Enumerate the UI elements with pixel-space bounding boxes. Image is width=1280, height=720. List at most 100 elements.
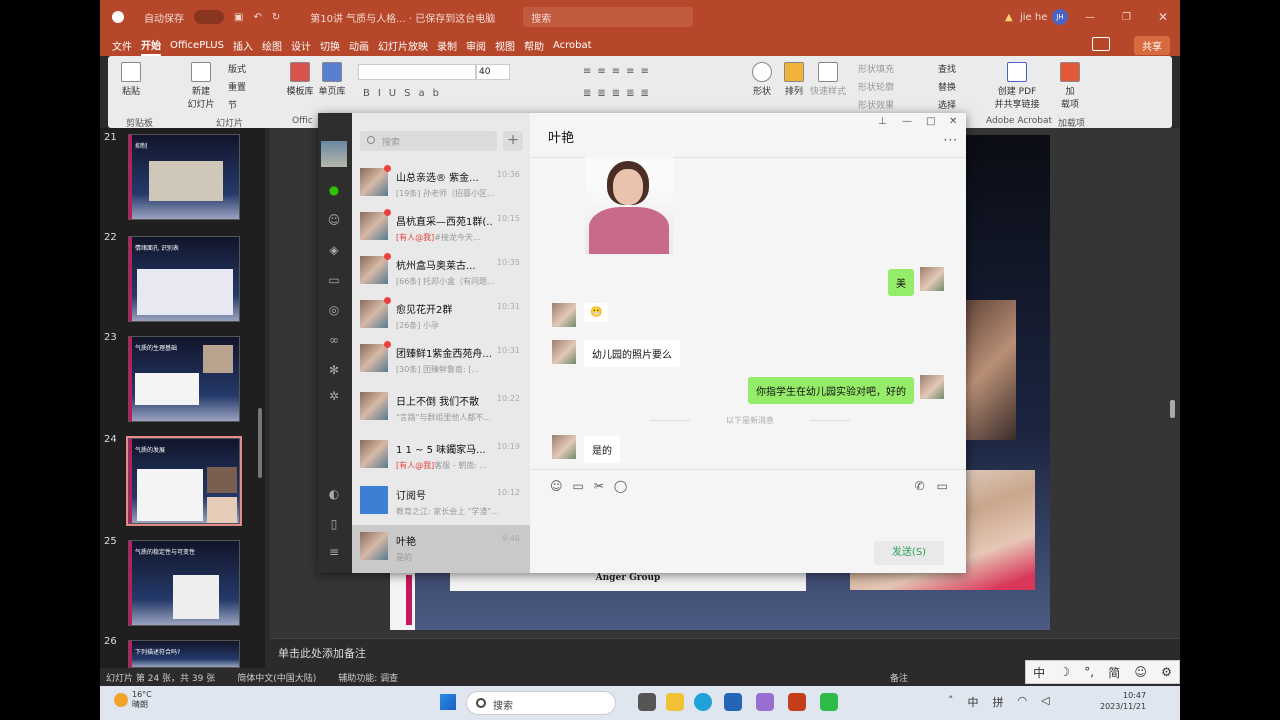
shape-outline-button[interactable]: 形状轮廓	[858, 80, 894, 93]
layout-button[interactable]: 版式	[228, 62, 246, 75]
reset-button[interactable]: 重置	[228, 80, 246, 93]
slide-thumbnail-pane[interactable]: 21 抑制 22 情绪面孔 识别表 23 气质的生理基础 24 气质的发展 25…	[100, 128, 265, 668]
my-message[interactable]: 美	[888, 269, 914, 296]
video-call-icon[interactable]: ▭	[937, 479, 948, 493]
menu-review[interactable]: 审阅	[466, 36, 486, 55]
menu-draw[interactable]: 绘图	[262, 36, 282, 55]
slide-thumbnail-23[interactable]: 气质的生理基础	[128, 336, 240, 422]
single-page-button[interactable]: 单页库	[318, 62, 346, 97]
start-button[interactable]	[440, 694, 456, 710]
wechat-search-input[interactable]: 搜索	[360, 131, 497, 151]
chat-history-icon[interactable]: ◯	[614, 479, 627, 493]
favorites-icon[interactable]: ◈	[327, 243, 341, 257]
template-button[interactable]: 模板库	[286, 62, 314, 97]
accessibility-status[interactable]: 辅助功能: 调查	[338, 671, 398, 684]
conversation-item[interactable]: 昌杭直采—西苑1群(... 10:15 [有人@我]#接龙今天...	[352, 205, 530, 253]
conversation-item[interactable]: 日上不倒 我们不散 10:22 "言路"与群组里他人都不...	[352, 385, 530, 433]
menu-officeplus[interactable]: OfficePLUS	[170, 38, 224, 53]
shape-button[interactable]: 形状	[750, 62, 774, 97]
menu-slideshow[interactable]: 幻灯片放映	[378, 36, 428, 55]
conversation-item[interactable]: 杭州盒马奥莱古... 10:35 [66条] 托邦小盒（有问题...	[352, 249, 530, 297]
contact-avatar[interactable]	[552, 340, 576, 364]
quick-style-button[interactable]: 快速样式	[808, 62, 848, 97]
menu-insert[interactable]: 插入	[233, 36, 253, 55]
menu-home[interactable]: 开始	[141, 35, 161, 56]
volume-icon[interactable]: ◁	[1041, 694, 1049, 710]
miniprogram-icon[interactable]: ✲	[327, 389, 341, 403]
section-button[interactable]: 节	[228, 98, 237, 111]
notes-toggle[interactable]: 备注	[890, 671, 908, 684]
slide-thumbnail-24[interactable]: 气质的发展	[126, 436, 242, 526]
folder-icon[interactable]: ▭	[327, 273, 341, 287]
taskview-icon[interactable]	[638, 693, 656, 711]
store-icon[interactable]	[724, 693, 742, 711]
slide-thumbnail-25[interactable]: 气质的稳定性与可变性	[128, 540, 240, 626]
minimize-icon[interactable]: —	[1085, 12, 1095, 23]
conversation-item[interactable]: 团臻鲜1紫金西苑舟... 10:31 [30条] 团臻鲜鲁南: [...	[352, 337, 530, 385]
screenshot-icon[interactable]: ✂	[594, 479, 604, 493]
ime-emoji-icon[interactable]: ☺	[1134, 665, 1147, 679]
paste-button[interactable]: 粘贴	[118, 62, 144, 97]
emoji-icon[interactable]: ☺	[550, 479, 563, 493]
slide-thumbnail-26[interactable]: 下列描述符合吗?	[128, 640, 240, 668]
font-family-select[interactable]	[358, 64, 476, 80]
shape-effect-button[interactable]: 形状效果	[858, 98, 894, 111]
pin-icon[interactable]: ⊥	[878, 116, 887, 127]
tray-up-icon[interactable]: ˄	[948, 694, 954, 710]
chat-icon[interactable]: ●	[327, 183, 341, 197]
taskbar-search[interactable]: 搜索	[466, 691, 616, 715]
comment-icon[interactable]	[1092, 37, 1110, 51]
redo-icon[interactable]: ↻	[272, 12, 280, 23]
clock[interactable]: 10:47 2023/11/21	[1100, 690, 1146, 712]
font-format-buttons[interactable]: BIUSab	[363, 88, 447, 99]
voice-call-icon[interactable]: ✆	[915, 479, 925, 493]
add-chat-button[interactable]: +	[503, 131, 523, 151]
emoji-message[interactable]: 😬	[584, 303, 609, 322]
ime-mode-chinese[interactable]: 中	[1033, 664, 1045, 681]
image-message[interactable]	[585, 157, 673, 254]
font-size-select[interactable]: 40	[476, 64, 510, 80]
language-status[interactable]: 简体中文(中国大陆)	[237, 671, 316, 684]
ime-punctuation[interactable]: °,	[1084, 665, 1094, 679]
new-slide-button[interactable]: 新建 幻灯片	[186, 62, 216, 110]
edge-icon[interactable]	[694, 693, 712, 711]
weather-widget[interactable]: 16°C 晴朗	[114, 690, 152, 710]
conversation-item[interactable]: 1 1 ~ 5 味鐲家马... 10:19 [有人@我]客服 - 朝南: ...	[352, 433, 530, 481]
create-pdf-button[interactable]: 创建 PDF 并共享链接	[992, 62, 1042, 110]
alignment-buttons[interactable]: ≣≣≣≣≣	[583, 88, 655, 99]
conversation-item-active[interactable]: 叶艳 9:46 是的	[352, 525, 530, 573]
contact-avatar[interactable]	[552, 435, 576, 459]
wechat-window[interactable]: ● ☺ ◈ ▭ ◎ ∞ ✻ ✲ ◐ ▯ ≡ 搜索 + 山总亲选® 紫金... 10…	[318, 113, 966, 573]
title-search-input[interactable]: 搜索	[523, 7, 694, 27]
autosave-toggle[interactable]	[194, 10, 224, 24]
save-icon[interactable]: ▣	[234, 12, 243, 23]
menu-view[interactable]: 视图	[495, 36, 515, 55]
maximize-icon[interactable]: □	[926, 116, 935, 127]
app-icon[interactable]	[756, 693, 774, 711]
channels-icon[interactable]: ∞	[327, 333, 341, 347]
conversation-item[interactable]: 愈见花开2群 10:31 [26条] 小孕	[352, 293, 530, 341]
ime-toolbar[interactable]: 中 ☽ °, 简 ☺ ⚙	[1025, 660, 1180, 684]
menu-acrobat[interactable]: Acrobat	[553, 38, 592, 53]
select-button[interactable]: 选择	[938, 98, 956, 111]
more-icon[interactable]: ···	[944, 133, 958, 147]
menu-animations[interactable]: 动画	[349, 36, 369, 55]
wifi-icon[interactable]: ◠	[1018, 694, 1028, 710]
slide-scrollbar[interactable]	[1170, 400, 1175, 418]
send-button[interactable]: 发送(S)	[874, 541, 944, 565]
maximize-icon[interactable]: ❐	[1122, 12, 1131, 23]
tray-ime-chinese[interactable]: 中	[968, 694, 979, 710]
arrange-button[interactable]: 排列	[782, 62, 806, 97]
thumbnail-scrollbar[interactable]	[258, 408, 262, 478]
paragraph-buttons[interactable]: ≡≡≡≡≡	[583, 66, 655, 77]
contact-message[interactable]: 幼儿园的照片要么	[584, 340, 680, 367]
ime-settings-icon[interactable]: ⚙	[1161, 665, 1172, 679]
replace-button[interactable]: 替换	[938, 80, 956, 93]
user-avatar[interactable]: JH	[1052, 9, 1068, 25]
contact-avatar[interactable]	[552, 303, 576, 327]
moments-icon[interactable]: ◎	[327, 303, 341, 317]
file-icon[interactable]: ▭	[573, 479, 584, 493]
contact-message[interactable]: 是的	[584, 436, 620, 463]
menu-record[interactable]: 录制	[437, 36, 457, 55]
user-name[interactable]: jie he	[1020, 12, 1047, 23]
